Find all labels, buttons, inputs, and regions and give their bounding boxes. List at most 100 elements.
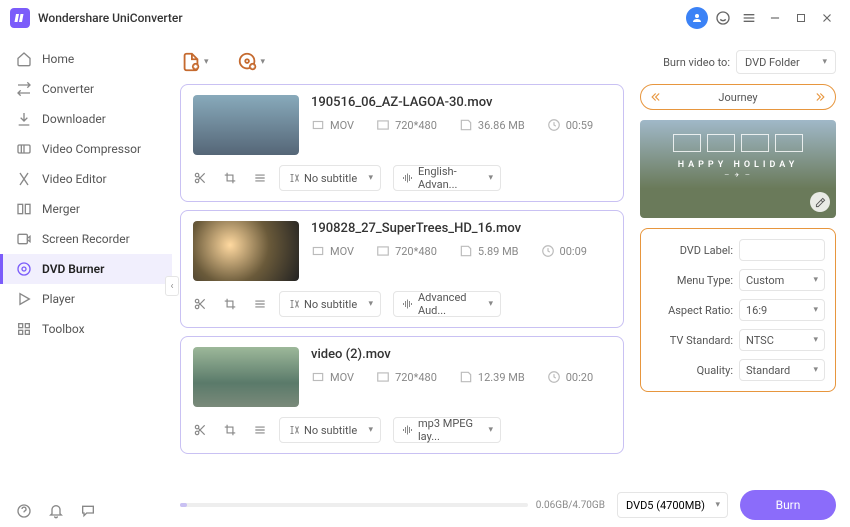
more-button[interactable] xyxy=(253,171,267,185)
burn-button[interactable]: Burn xyxy=(740,490,836,520)
theme-preview[interactable]: HAPPY HOLIDAY — ✈ — xyxy=(640,120,836,218)
sidebar-item-label: Screen Recorder xyxy=(42,232,130,246)
disc-size-select[interactable]: DVD5 (4700MB)▾ xyxy=(617,492,728,518)
sidebar-item-label: Merger xyxy=(42,202,80,216)
file-card: 190828_27_SuperTrees_HD_16.mov MOV 720*4… xyxy=(180,210,624,328)
theme-prev-button[interactable] xyxy=(651,90,665,104)
audio-select[interactable]: mp3 MPEG lay...▾ xyxy=(393,417,501,443)
titlebar: Wondershare UniConverter xyxy=(0,0,850,36)
sidebar-item-merger[interactable]: Merger xyxy=(0,194,172,224)
recorder-icon xyxy=(16,231,32,247)
account-avatar[interactable] xyxy=(684,5,710,31)
crop-button[interactable] xyxy=(223,171,237,185)
quality-select[interactable]: Standard▾ xyxy=(739,359,825,381)
theme-name: Journey xyxy=(718,91,757,104)
dvd-icon xyxy=(16,261,32,277)
file-list: 190516_06_AZ-LAGOA-30.mov MOV 720*480 36… xyxy=(180,84,624,483)
capacity-text: 0.06GB/4.70GB xyxy=(536,500,605,511)
merger-icon xyxy=(16,201,32,217)
add-disc-button[interactable]: ▾ xyxy=(237,51,266,73)
help-icon[interactable] xyxy=(16,503,32,519)
subtitle-select[interactable]: No subtitle▾ xyxy=(279,165,381,191)
feedback-icon[interactable] xyxy=(80,503,96,519)
burn-to-label: Burn video to: xyxy=(663,56,730,69)
size-icon xyxy=(459,118,473,132)
main-panel: ▾ ▾ Burn video to: DVD Folder▾ 190516_06… xyxy=(172,36,850,527)
subtitle-select[interactable]: No subtitle▾ xyxy=(279,291,381,317)
file-thumbnail[interactable] xyxy=(193,221,299,281)
audio-icon xyxy=(402,298,414,310)
aspect-ratio-select[interactable]: 16:9▾ xyxy=(739,299,825,321)
right-pane: Journey HAPPY HOLIDAY — ✈ — DVD Label: M… xyxy=(640,84,836,483)
close-button[interactable] xyxy=(814,5,840,31)
theme-preview-title: HAPPY HOLIDAY xyxy=(640,160,836,170)
file-card: 190516_06_AZ-LAGOA-30.mov MOV 720*480 36… xyxy=(180,84,624,202)
chevron-down-icon: ▾ xyxy=(204,57,209,67)
subtitle-icon xyxy=(288,424,300,436)
trim-button[interactable] xyxy=(193,423,207,437)
crop-button[interactable] xyxy=(223,297,237,311)
support-icon[interactable] xyxy=(710,5,736,31)
dvd-label-label: DVD Label: xyxy=(651,244,733,257)
format-icon xyxy=(311,118,325,132)
file-thumbnail[interactable] xyxy=(193,95,299,155)
sidebar-item-converter[interactable]: Converter xyxy=(0,74,172,104)
menu-icon[interactable] xyxy=(736,5,762,31)
edit-theme-button[interactable] xyxy=(810,192,830,212)
file-name: 190828_27_SuperTrees_HD_16.mov xyxy=(311,221,611,236)
quality-label: Quality: xyxy=(651,364,733,377)
tv-standard-select[interactable]: NTSC▾ xyxy=(739,329,825,351)
footer: 0.06GB/4.70GB DVD5 (4700MB)▾ Burn xyxy=(180,483,836,527)
sidebar-collapse-button[interactable]: ‹ xyxy=(165,276,179,296)
sidebar-item-recorder[interactable]: Screen Recorder xyxy=(0,224,172,254)
audio-select[interactable]: English-Advan...▾ xyxy=(393,165,501,191)
size-icon xyxy=(459,244,473,258)
sidebar-item-dvd-burner[interactable]: DVD Burner xyxy=(0,254,172,284)
dvd-label-input[interactable] xyxy=(739,239,825,261)
more-button[interactable] xyxy=(253,423,267,437)
sidebar-item-compressor[interactable]: Video Compressor xyxy=(0,134,172,164)
format-icon xyxy=(311,244,325,258)
sidebar-item-home[interactable]: Home xyxy=(0,44,172,74)
menu-type-select[interactable]: Custom▾ xyxy=(739,269,825,291)
aspect-ratio-label: Aspect Ratio: xyxy=(651,304,733,317)
sidebar-item-label: Toolbox xyxy=(42,322,85,336)
add-file-button[interactable]: ▾ xyxy=(180,51,209,73)
sidebar-item-toolbox[interactable]: Toolbox xyxy=(0,314,172,344)
topbar: ▾ ▾ Burn video to: DVD Folder▾ xyxy=(180,44,836,80)
sidebar-item-editor[interactable]: Video Editor xyxy=(0,164,172,194)
sidebar-item-label: Video Compressor xyxy=(42,142,141,156)
crop-button[interactable] xyxy=(223,423,237,437)
sidebar-item-label: DVD Burner xyxy=(42,262,104,276)
audio-icon xyxy=(402,424,414,436)
duration-icon xyxy=(541,244,555,258)
app-logo-icon xyxy=(10,8,30,28)
more-button[interactable] xyxy=(253,297,267,311)
theme-next-button[interactable] xyxy=(811,90,825,104)
sidebar: Home Converter Downloader Video Compress… xyxy=(0,36,172,527)
resolution-icon xyxy=(376,118,390,132)
converter-icon xyxy=(16,81,32,97)
sidebar-item-downloader[interactable]: Downloader xyxy=(0,104,172,134)
minimize-button[interactable] xyxy=(762,5,788,31)
player-icon xyxy=(16,291,32,307)
chevron-down-icon: ▾ xyxy=(822,57,827,67)
trim-button[interactable] xyxy=(193,171,207,185)
theme-navigator: Journey xyxy=(640,84,836,110)
file-name: 190516_06_AZ-LAGOA-30.mov xyxy=(311,95,611,110)
file-thumbnail[interactable] xyxy=(193,347,299,407)
sidebar-item-player[interactable]: Player xyxy=(0,284,172,314)
audio-select[interactable]: Advanced Aud...▾ xyxy=(393,291,501,317)
maximize-button[interactable] xyxy=(788,5,814,31)
menu-type-label: Menu Type: xyxy=(651,274,733,287)
capacity-progress xyxy=(180,503,528,507)
file-name: video (2).mov xyxy=(311,347,611,362)
trim-button[interactable] xyxy=(193,297,207,311)
notification-icon[interactable] xyxy=(48,503,64,519)
statusbar xyxy=(0,495,112,527)
subtitle-select[interactable]: No subtitle▾ xyxy=(279,417,381,443)
tv-standard-label: TV Standard: xyxy=(651,334,733,347)
burn-to-select[interactable]: DVD Folder▾ xyxy=(736,50,836,74)
duration-icon xyxy=(547,370,561,384)
resolution-icon xyxy=(376,244,390,258)
